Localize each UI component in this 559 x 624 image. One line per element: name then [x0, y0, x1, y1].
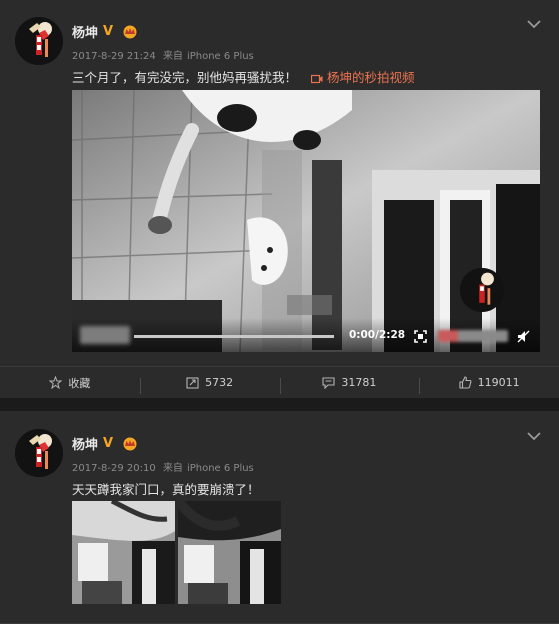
video-frame — [72, 90, 540, 352]
avatar-icon — [15, 429, 63, 477]
video-player[interactable]: 0:00/2:28 — [72, 90, 540, 352]
video-link-label: 杨坤的秒拍视频 — [327, 70, 415, 85]
video-progress-bar[interactable] — [134, 335, 334, 338]
author-name[interactable]: 杨坤 — [72, 22, 98, 41]
post-meta: 2017-8-29 21:24 来自 iPhone 6 Plus — [72, 47, 258, 62]
post-body: 三个月了，有完没完，别他妈再骚扰我！ — [72, 70, 298, 85]
repost-icon — [186, 377, 199, 389]
vip-crown-icon — [123, 437, 137, 450]
post-meta: 2017-8-29 20:10 来自 iPhone 6 Plus — [72, 459, 258, 474]
chevron-down-icon[interactable] — [527, 19, 541, 29]
post-image[interactable] — [72, 501, 175, 604]
source-device: iPhone 6 Plus — [186, 51, 254, 62]
star-icon — [49, 376, 63, 389]
like-count: 119011 — [477, 376, 520, 389]
post-body: 天天蹲我家门口，真的要崩溃了！ — [72, 482, 260, 497]
image-content — [72, 501, 175, 604]
author-name[interactable]: 杨坤 — [72, 434, 98, 453]
comment-button[interactable]: 31781 — [279, 376, 420, 394]
repost-count: 5732 — [205, 376, 234, 389]
post-image[interactable] — [178, 501, 281, 604]
video-watermark-avatar — [460, 268, 504, 312]
source-device: iPhone 6 Plus — [186, 463, 254, 474]
author-name-row: 杨坤 V — [72, 22, 138, 41]
favorite-button[interactable]: 收藏 — [0, 375, 140, 391]
repost-button[interactable]: 5732 — [139, 376, 280, 394]
post-card: 杨坤 V 2017-8-29 20:10 来自 iPhone 6 Plus 天天蹲… — [0, 411, 559, 624]
video-control-blurred — [80, 326, 130, 344]
source-prefix: 来自 — [162, 51, 183, 62]
comment-count: 31781 — [341, 376, 377, 389]
favorite-label: 收藏 — [68, 376, 91, 390]
verified-v-icon: V — [103, 435, 114, 451]
verified-v-icon: V — [103, 23, 114, 39]
chevron-down-icon[interactable] — [527, 431, 541, 441]
image-content — [178, 501, 281, 604]
post-text: 三个月了，有完没完，别他妈再骚扰我！ 杨坤的秒拍视频 — [72, 67, 415, 86]
avatar-icon — [460, 268, 504, 312]
post-card: 杨坤 V 2017-8-29 21:24 来自 iPhone 6 Plus 三个月… — [0, 0, 559, 398]
volume-slider[interactable] — [438, 330, 508, 342]
mute-icon[interactable] — [517, 330, 530, 343]
avatar[interactable] — [15, 17, 63, 65]
image-grid — [72, 501, 281, 604]
video-camera-icon — [311, 74, 323, 84]
vip-crown-icon — [123, 25, 137, 38]
like-button[interactable]: 119011 — [419, 376, 559, 394]
fullscreen-icon[interactable] — [414, 330, 427, 343]
video-timecode: 0:00/2:28 — [349, 329, 406, 341]
post-date[interactable]: 2017-8-29 21:24 — [72, 51, 156, 62]
avatar-icon — [15, 17, 63, 65]
source-prefix: 来自 — [162, 463, 183, 474]
feed-separator — [0, 398, 559, 411]
video-link[interactable]: 杨坤的秒拍视频 — [311, 70, 415, 85]
comment-icon — [322, 377, 335, 389]
author-name-row: 杨坤 V — [72, 434, 138, 453]
post-text: 天天蹲我家门口，真的要崩溃了！ — [72, 479, 260, 498]
avatar[interactable] — [15, 429, 63, 477]
thumbs-up-icon — [459, 376, 472, 389]
post-date[interactable]: 2017-8-29 20:10 — [72, 463, 156, 474]
post-actions-bar: 收藏 5732 31781 119011 — [0, 366, 559, 398]
